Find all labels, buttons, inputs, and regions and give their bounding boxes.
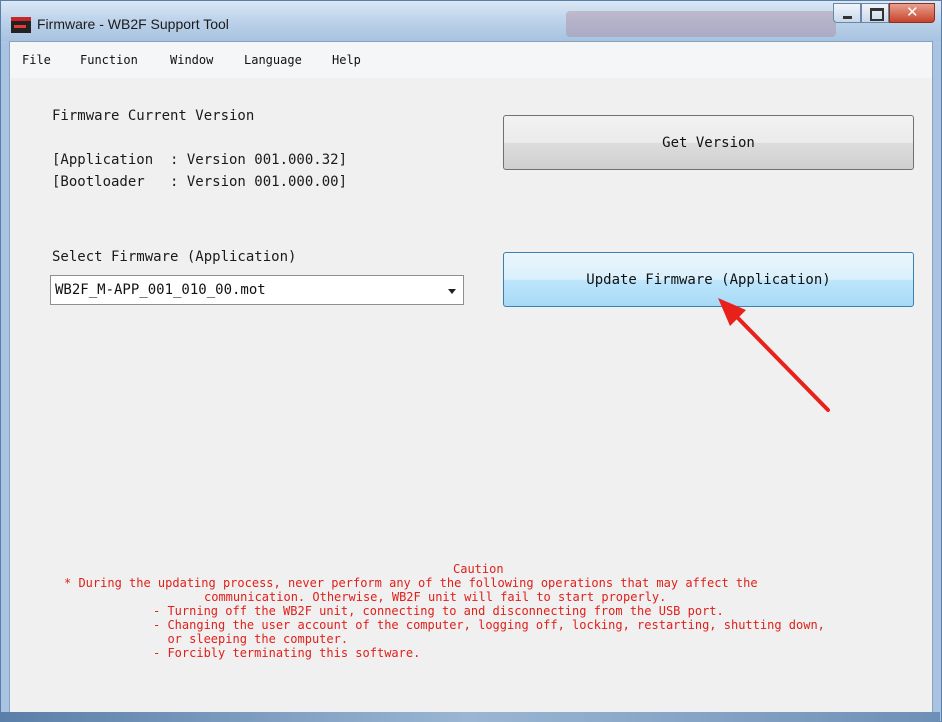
caution-line-6: - Forcibly terminating this software. xyxy=(153,646,421,660)
app-icon xyxy=(11,17,31,33)
taskbar-edge xyxy=(0,712,940,722)
window-controls: ✕ xyxy=(833,3,935,23)
maximize-button[interactable] xyxy=(861,3,889,23)
caution-line-2: communication. Otherwise, WB2F unit will… xyxy=(204,590,667,604)
close-icon: ✕ xyxy=(906,3,919,21)
window-title: Firmware - WB2F Support Tool xyxy=(37,16,229,32)
client-area: File Function Window Language Help Firmw… xyxy=(9,41,933,713)
caution-line-3: - Turning off the WB2F unit, connecting … xyxy=(153,604,724,618)
title-bar[interactable]: Firmware - WB2F Support Tool ✕ xyxy=(1,1,941,41)
minimize-icon xyxy=(843,16,852,19)
minimize-button[interactable] xyxy=(833,3,861,23)
caution-title: Caution xyxy=(453,562,504,576)
caution-line-1: * During the updating process, never per… xyxy=(64,576,758,590)
close-button[interactable]: ✕ xyxy=(889,3,935,23)
app-window: Firmware - WB2F Support Tool ✕ File Func… xyxy=(0,0,942,722)
caution-line-4: - Changing the user account of the compu… xyxy=(153,618,825,632)
maximize-icon xyxy=(870,8,884,21)
caution-line-5: or sleeping the computer. xyxy=(153,632,349,646)
background-taskbar-blur xyxy=(566,11,836,37)
